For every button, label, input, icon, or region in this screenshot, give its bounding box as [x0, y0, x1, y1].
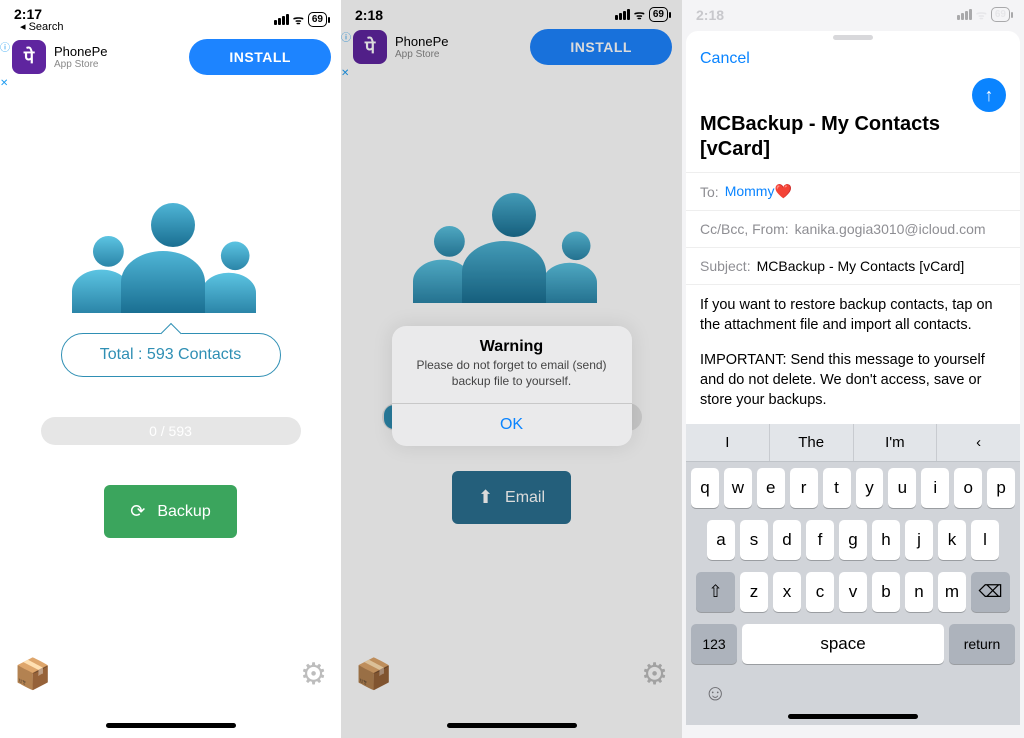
key-row-3: ⇧ zxcvbnm ⌫ — [686, 566, 1020, 618]
subject-label: Subject: — [700, 258, 751, 274]
ad-info-icon[interactable]: ⓘ — [0, 39, 10, 54]
key-v[interactable]: v — [839, 572, 867, 612]
key-s[interactable]: s — [740, 520, 768, 560]
backup-button-label: Backup — [157, 503, 210, 521]
home-indicator[interactable] — [106, 723, 236, 728]
key-row-4: 123 space return — [686, 618, 1020, 674]
suggestion-3[interactable]: I'm — [854, 424, 938, 461]
ad-banner[interactable]: ⓘ ✕ पे PhonePe App Store INSTALL — [0, 35, 341, 83]
suggestion-1[interactable]: I — [686, 424, 770, 461]
chevron-left-icon: ‹ — [976, 434, 981, 451]
status-time: 2:18 — [696, 7, 724, 23]
suggestion-2[interactable]: The — [770, 424, 854, 461]
cc-row[interactable]: Cc/Bcc, From: kanika.gogia3010@icloud.co… — [686, 210, 1020, 247]
space-key[interactable]: space — [742, 624, 944, 664]
key-f[interactable]: f — [806, 520, 834, 560]
cc-label: Cc/Bcc, From: — [700, 221, 789, 237]
home-indicator[interactable] — [788, 714, 918, 719]
from-value: kanika.gogia3010@icloud.com — [795, 221, 986, 237]
progress-label: 0 / 593 — [149, 423, 192, 439]
key-q[interactable]: q — [691, 468, 719, 508]
key-b[interactable]: b — [872, 572, 900, 612]
alert-ok-button[interactable]: OK — [392, 403, 632, 446]
ad-logo: पे — [12, 40, 46, 74]
install-button[interactable]: INSTALL — [189, 39, 331, 75]
suggestion-bar: I The I'm ‹ — [686, 424, 1020, 462]
mail-title: MCBackup - My Contacts [vCard] — [686, 112, 1020, 172]
key-c[interactable]: c — [806, 572, 834, 612]
subject-row[interactable]: Subject: MCBackup - My Contacts [vCard] — [686, 247, 1020, 284]
emoji-key[interactable]: ☺ — [704, 680, 726, 706]
subject-value: MCBackup - My Contacts [vCard] — [757, 258, 965, 274]
warning-alert: Warning Please do not forget to email (s… — [392, 326, 632, 446]
key-o[interactable]: o — [954, 468, 982, 508]
shift-key[interactable]: ⇧ — [696, 572, 735, 612]
battery-icon: 69 — [991, 7, 1010, 22]
numbers-key[interactable]: 123 — [691, 624, 737, 664]
key-p[interactable]: p — [987, 468, 1015, 508]
key-i[interactable]: i — [921, 468, 949, 508]
screen-mail-compose: 2:18 ᯤ 69 Cancel ↑ MCBackup - My Contact… — [682, 0, 1024, 738]
signal-icon — [274, 14, 289, 25]
compose-sheet: Cancel ↑ MCBackup - My Contacts [vCard] … — [686, 31, 1020, 725]
backup-button[interactable]: ⟳ Backup — [104, 485, 236, 538]
status-bar-dim: 2:18 ᯤ 69 — [682, 0, 1024, 25]
screen-backup: 2:17 ◂ Search ᯤ 69 ⓘ ✕ पे PhonePe App St… — [0, 0, 341, 738]
key-u[interactable]: u — [888, 468, 916, 508]
signal-icon — [957, 9, 972, 20]
progress-bar: 0 / 593 — [41, 417, 301, 445]
wifi-icon: ᯤ — [293, 11, 304, 28]
arrow-up-icon: ↑ — [985, 85, 994, 106]
battery-icon: 69 — [308, 12, 327, 27]
refresh-icon: ⟳ — [130, 501, 145, 522]
body-p2: IMPORTANT: Send this message to yourself… — [700, 350, 1006, 411]
contacts-illustration — [0, 193, 341, 313]
to-label: To: — [700, 184, 719, 200]
total-contacts-bubble: Total : 593 Contacts — [61, 333, 281, 377]
key-d[interactable]: d — [773, 520, 801, 560]
ad-title: PhonePe — [54, 44, 108, 59]
ad-subtitle: App Store — [54, 59, 108, 70]
backspace-key[interactable]: ⌫ — [971, 572, 1010, 612]
keyboard: I The I'm ‹ qwertyuiop asdfghjkl ⇧ zxcvb… — [686, 424, 1020, 725]
key-t[interactable]: t — [823, 468, 851, 508]
body-p1: If you want to restore backup contacts, … — [700, 295, 1006, 336]
restore-icon[interactable]: 📦 — [14, 657, 51, 692]
settings-icon[interactable]: ⚙ — [300, 657, 327, 692]
key-l[interactable]: l — [971, 520, 999, 560]
key-g[interactable]: g — [839, 520, 867, 560]
key-row-1: qwertyuiop — [686, 462, 1020, 514]
key-k[interactable]: k — [938, 520, 966, 560]
back-to-search[interactable]: ◂ Search — [14, 20, 63, 33]
ad-close-icon[interactable]: ✕ — [0, 78, 8, 89]
wifi-icon: ᯤ — [976, 6, 987, 23]
alert-title: Warning — [392, 326, 632, 358]
return-key[interactable]: return — [949, 624, 1015, 664]
key-z[interactable]: z — [740, 572, 768, 612]
key-x[interactable]: x — [773, 572, 801, 612]
status-bar: 2:17 ◂ Search ᯤ 69 — [0, 0, 341, 35]
key-w[interactable]: w — [724, 468, 752, 508]
key-e[interactable]: e — [757, 468, 785, 508]
to-row[interactable]: To: Mommy❤️ — [686, 172, 1020, 210]
key-m[interactable]: m — [938, 572, 966, 612]
key-a[interactable]: a — [707, 520, 735, 560]
key-row-2: asdfghjkl — [686, 514, 1020, 566]
key-r[interactable]: r — [790, 468, 818, 508]
collapse-keyboard[interactable]: ‹ — [937, 424, 1020, 461]
cancel-button[interactable]: Cancel — [700, 50, 750, 68]
key-y[interactable]: y — [856, 468, 884, 508]
screen-email-warning: 2:18 ᯤ 69 ⓘ ✕ पे PhonePe App Store INSTA… — [341, 0, 682, 738]
send-button[interactable]: ↑ — [972, 78, 1006, 112]
key-h[interactable]: h — [872, 520, 900, 560]
key-n[interactable]: n — [905, 572, 933, 612]
key-j[interactable]: j — [905, 520, 933, 560]
to-value[interactable]: Mommy❤️ — [725, 183, 792, 200]
alert-message: Please do not forget to email (send) bac… — [392, 358, 632, 403]
